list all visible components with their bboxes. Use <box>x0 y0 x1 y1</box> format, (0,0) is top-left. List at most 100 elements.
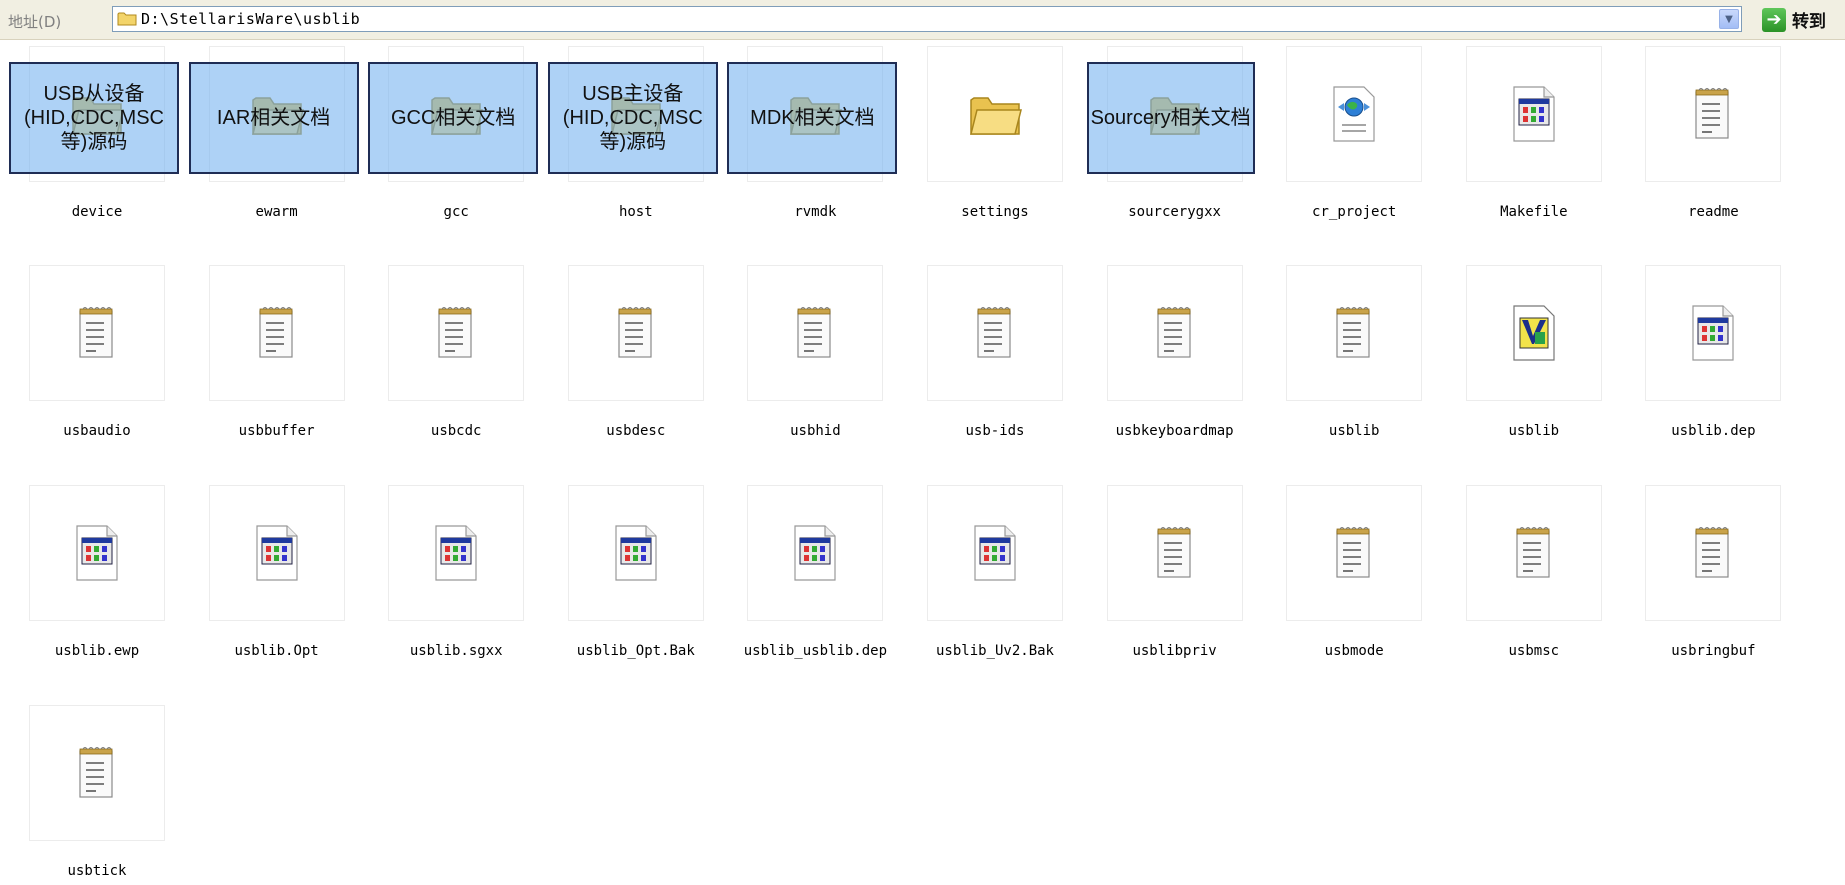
file-thumbnail[interactable] <box>1286 46 1423 182</box>
file-item[interactable]: Makefile <box>1444 46 1604 226</box>
file-item[interactable]: usblib.sgxx <box>366 485 526 665</box>
file-item[interactable]: usbcdc <box>366 265 526 445</box>
file-thumbnail[interactable] <box>567 485 704 621</box>
file-name: usb-ids <box>965 423 1025 439</box>
address-input[interactable]: D:\StellarisWare\usblib ▼ <box>112 6 1742 32</box>
file-name: usblib.sgxx <box>409 643 503 659</box>
file-item[interactable]: usbmsc <box>1444 485 1604 665</box>
file-thumbnail[interactable] <box>927 485 1063 621</box>
file-item[interactable]: usblib_Uv2.Bak <box>905 485 1065 665</box>
file-thumbnail[interactable] <box>567 265 704 401</box>
annotation-callout: MDK相关文档 <box>727 62 898 174</box>
file-item[interactable]: settings <box>905 46 1065 226</box>
file-thumbnail[interactable] <box>1286 485 1423 621</box>
file-thumbnail[interactable] <box>29 265 165 401</box>
file-name: rvmdk <box>794 204 837 220</box>
file-item[interactable]: usblib.dep <box>1623 265 1783 445</box>
file-thumbnail[interactable] <box>388 485 525 621</box>
file-thumbnail[interactable] <box>927 265 1063 401</box>
file-name: device <box>71 204 123 220</box>
notepad-icon <box>1156 525 1194 581</box>
notepad-icon <box>1694 525 1732 581</box>
address-path: D:\StellarisWare\usblib <box>141 10 361 28</box>
file-name: Makefile <box>1500 204 1568 220</box>
file-thumbnail[interactable] <box>388 265 525 401</box>
window-document-icon <box>614 524 658 582</box>
file-thumbnail[interactable] <box>1465 485 1602 621</box>
file-name: cr_project <box>1312 204 1397 220</box>
file-thumbnail[interactable] <box>747 265 884 401</box>
file-name: usbmode <box>1324 643 1384 659</box>
file-name: usbbuffer <box>238 423 315 439</box>
file-item[interactable]: usbdesc <box>546 265 706 445</box>
file-item[interactable]: usblib.ewp <box>7 485 167 665</box>
window-document-icon <box>1512 85 1556 143</box>
file-thumbnail[interactable] <box>1465 265 1602 401</box>
notepad-icon <box>78 745 116 801</box>
file-item[interactable]: usblib <box>1444 265 1604 445</box>
file-name: usbkeyboardmap <box>1115 423 1234 439</box>
file-name: usblib_Opt.Bak <box>576 643 695 659</box>
file-item[interactable]: usbhid <box>725 265 885 445</box>
file-item[interactable]: usblibpriv <box>1085 485 1245 665</box>
file-name: usbringbuf <box>1671 643 1756 659</box>
file-item[interactable]: usb-ids <box>905 265 1065 445</box>
file-thumbnail[interactable] <box>1465 46 1602 182</box>
annotation-callout: USB主设备(HID,CDC,MSC等)源码 <box>547 62 718 174</box>
web-document-icon <box>1330 85 1378 143</box>
file-name: usblib.ewp <box>54 643 140 659</box>
file-name: usbmsc <box>1508 643 1560 659</box>
file-thumbnail[interactable] <box>747 485 884 621</box>
file-item[interactable]: usbbuffer <box>187 265 347 445</box>
file-item[interactable]: usbkeyboardmap <box>1085 265 1245 445</box>
arrow-right-icon: ➔ <box>1762 7 1786 32</box>
file-thumbnail[interactable] <box>1286 265 1423 401</box>
notepad-icon <box>1156 305 1194 361</box>
chevron-down-icon[interactable]: ▼ <box>1719 9 1739 29</box>
file-item[interactable]: readme <box>1623 46 1783 226</box>
file-item[interactable]: cr_project <box>1264 46 1424 226</box>
file-item[interactable]: usbringbuf <box>1623 485 1783 665</box>
file-item[interactable]: usblib_usblib.dep <box>725 485 887 665</box>
notepad-icon <box>976 305 1014 361</box>
file-item[interactable]: usbaudio <box>7 265 167 445</box>
notepad-icon <box>437 305 475 361</box>
notepad-icon <box>1515 525 1553 581</box>
file-thumbnail[interactable] <box>1106 485 1243 621</box>
file-item[interactable]: usbtick <box>7 705 167 885</box>
file-item[interactable]: usblib_Opt.Bak <box>546 485 706 665</box>
notepad-icon <box>1335 305 1373 361</box>
notepad-icon <box>796 305 834 361</box>
file-thumbnail[interactable] <box>1645 485 1782 621</box>
annotation-callout: USB从设备(HID,CDC,MSC等)源码 <box>9 62 179 174</box>
file-thumbnail[interactable] <box>29 485 165 621</box>
annotation-callout: GCC相关文档 <box>368 62 539 174</box>
file-item[interactable]: usbmode <box>1264 485 1424 665</box>
file-item[interactable]: usblib.Opt <box>187 485 347 665</box>
file-thumbnail[interactable] <box>1645 46 1782 182</box>
folder-icon <box>968 90 1022 138</box>
window-document-icon <box>255 524 299 582</box>
file-thumbnail[interactable] <box>29 705 165 841</box>
window-document-icon <box>973 524 1017 582</box>
file-name: usblib <box>1328 423 1380 439</box>
file-thumbnail[interactable] <box>208 485 345 621</box>
file-thumbnail[interactable] <box>1645 265 1782 401</box>
file-name: usblib_Uv2.Bak <box>935 643 1054 659</box>
file-name: settings <box>961 204 1029 220</box>
file-name: usbtick <box>67 863 127 879</box>
file-item[interactable]: usblib <box>1264 265 1424 445</box>
window-document-icon <box>793 524 837 582</box>
file-thumbnail[interactable] <box>927 46 1063 182</box>
file-name: usbdesc <box>606 423 666 439</box>
file-name: usblib.dep <box>1671 423 1756 439</box>
file-name: usbhid <box>790 423 841 439</box>
go-button[interactable]: ➔ 转到 <box>1762 6 1840 33</box>
file-name: usblibpriv <box>1132 643 1217 659</box>
file-thumbnail[interactable] <box>208 265 345 401</box>
file-name: host <box>618 204 653 220</box>
annotation-callout: IAR相关文档 <box>188 62 359 174</box>
file-thumbnail[interactable] <box>1106 265 1243 401</box>
folder-icon <box>117 11 137 26</box>
notepad-icon <box>78 305 116 361</box>
